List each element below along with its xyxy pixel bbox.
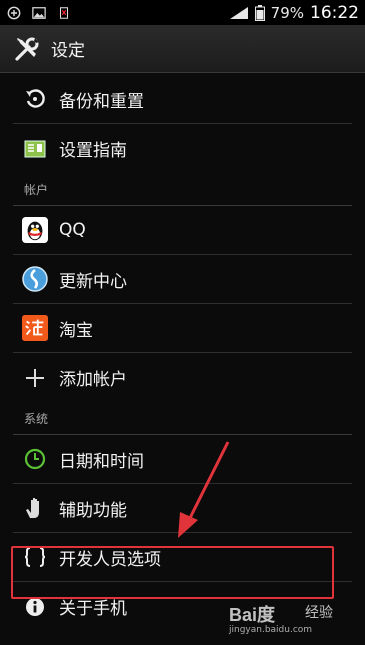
setting-label: 日期和时间 xyxy=(59,451,144,472)
account-qq[interactable]: QQ xyxy=(13,206,352,255)
setup-guide-icon xyxy=(22,136,48,162)
action-bar: 设定 xyxy=(0,25,365,73)
image-icon xyxy=(32,6,46,19)
setting-date-time[interactable]: 日期和时间 xyxy=(13,435,352,484)
notification-icons xyxy=(6,6,72,20)
setting-about-phone[interactable]: 关于手机 xyxy=(13,582,352,631)
taobao-icon xyxy=(22,315,48,341)
status-bar: 79% 16:22 xyxy=(0,0,365,25)
backup-restore-icon xyxy=(22,86,48,112)
system-status: 79% 16:22 xyxy=(229,3,359,23)
wrench-screwdriver-icon xyxy=(15,37,39,61)
add-account-label: 添加帐户 xyxy=(59,370,127,390)
account-label: 更新中心 xyxy=(59,271,127,292)
add-account[interactable]: 添加帐户 xyxy=(13,353,352,402)
battery-percent: 79% xyxy=(270,3,304,22)
qq-penguin-icon xyxy=(22,217,48,243)
clock-time: 16:22 xyxy=(310,2,359,23)
account-update-center[interactable]: 更新中心 xyxy=(13,255,352,304)
account-label: 淘宝 xyxy=(59,320,93,341)
section-header-accounts: 帐户 xyxy=(13,173,352,206)
setting-accessibility[interactable]: 辅助功能 xyxy=(13,484,352,533)
setting-backup-reset[interactable]: 备份和重置 xyxy=(13,75,352,124)
add-circle-icon xyxy=(7,6,21,19)
setting-label: 开发人员选项 xyxy=(59,549,161,570)
setting-label: 关于手机 xyxy=(59,599,127,619)
sim-signal-icon xyxy=(59,6,69,19)
page-title: 设定 xyxy=(51,41,85,61)
info-icon xyxy=(22,594,48,620)
setting-setup-guide[interactable]: 设置指南 xyxy=(13,124,352,173)
settings-list: 备份和重置 设置指南 帐户 QQ 更新中心 淘宝 添加帐户 系统 日期和时间 辅… xyxy=(0,75,365,631)
section-header-system: 系统 xyxy=(13,402,352,435)
setting-developer-options[interactable]: 开发人员选项 xyxy=(13,533,352,582)
setting-label: 辅助功能 xyxy=(59,500,127,521)
account-label: QQ xyxy=(59,220,86,240)
plus-icon xyxy=(22,365,48,391)
clock-icon xyxy=(22,446,48,472)
hand-icon xyxy=(22,495,48,521)
signal-icon xyxy=(229,6,248,19)
update-center-icon xyxy=(22,266,48,292)
setting-label: 备份和重置 xyxy=(59,91,144,112)
battery-icon xyxy=(254,4,265,21)
setting-label: 设置指南 xyxy=(59,141,127,161)
braces-icon xyxy=(22,544,48,570)
account-taobao[interactable]: 淘宝 xyxy=(13,304,352,353)
